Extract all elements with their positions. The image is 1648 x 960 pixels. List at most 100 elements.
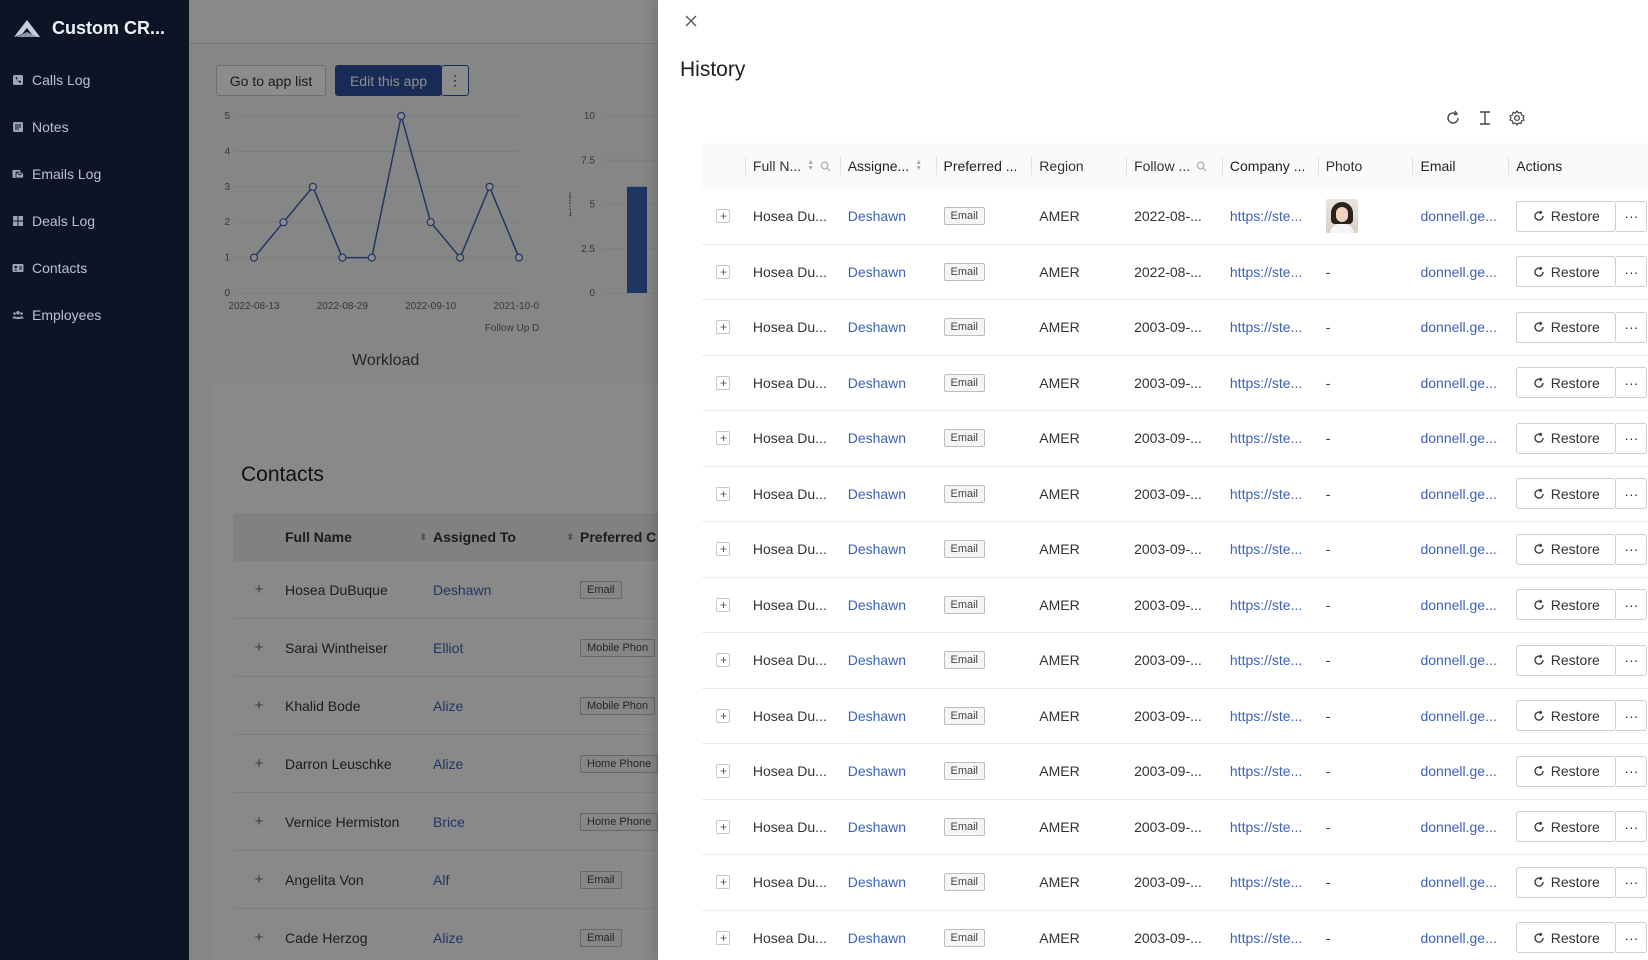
- assigned-to-link[interactable]: Deshawn: [848, 763, 906, 779]
- restore-button[interactable]: Restore: [1516, 866, 1617, 898]
- expand-row-icon[interactable]: +: [716, 375, 731, 390]
- company-link[interactable]: https://ste...: [1230, 208, 1302, 224]
- restore-button[interactable]: Restore: [1516, 200, 1617, 232]
- col-region[interactable]: Region: [1031, 143, 1126, 189]
- refresh-icon[interactable]: [1444, 109, 1462, 127]
- row-more-button[interactable]: ···: [1616, 755, 1648, 787]
- expand-row-icon[interactable]: +: [716, 875, 731, 890]
- email-link[interactable]: donnell.ge...: [1420, 208, 1496, 224]
- restore-button[interactable]: Restore: [1516, 589, 1617, 621]
- email-link[interactable]: donnell.ge...: [1420, 930, 1496, 946]
- expand-row-icon[interactable]: +: [716, 542, 731, 557]
- row-more-button[interactable]: ···: [1616, 422, 1648, 454]
- assigned-to-link[interactable]: Deshawn: [848, 430, 906, 446]
- settings-gear-icon[interactable]: [1508, 109, 1526, 127]
- company-link[interactable]: https://ste...: [1230, 930, 1302, 946]
- company-link[interactable]: https://ste...: [1230, 319, 1302, 335]
- sort-icon[interactable]: ▲ ▼: [807, 159, 814, 172]
- expand-row-icon[interactable]: +: [716, 764, 731, 779]
- restore-button[interactable]: Restore: [1516, 700, 1617, 732]
- row-more-button[interactable]: ···: [1616, 644, 1648, 676]
- col-full-name[interactable]: Full N... ▲ ▼: [744, 143, 840, 189]
- expand-row-icon[interactable]: +: [716, 264, 731, 279]
- email-link[interactable]: donnell.ge...: [1420, 486, 1496, 502]
- company-link[interactable]: https://ste...: [1230, 375, 1302, 391]
- row-height-icon[interactable]: [1476, 109, 1494, 127]
- brand[interactable]: Custom CR...: [0, 0, 189, 56]
- expand-row-icon[interactable]: +: [716, 486, 731, 501]
- company-link[interactable]: https://ste...: [1230, 430, 1302, 446]
- expand-row-icon[interactable]: +: [716, 930, 731, 945]
- sidebar-item-employees[interactable]: Employees: [0, 291, 189, 338]
- assigned-to-link[interactable]: Deshawn: [848, 375, 906, 391]
- row-more-button[interactable]: ···: [1616, 533, 1648, 565]
- row-more-button[interactable]: ···: [1616, 256, 1648, 288]
- col-assigned-to[interactable]: Assigne... ▲ ▼: [839, 143, 936, 189]
- assigned-to-link[interactable]: Deshawn: [848, 652, 906, 668]
- company-link[interactable]: https://ste...: [1230, 652, 1302, 668]
- row-more-button[interactable]: ···: [1616, 811, 1648, 843]
- row-more-button[interactable]: ···: [1616, 478, 1648, 510]
- col-email[interactable]: Email: [1412, 143, 1508, 189]
- row-more-button[interactable]: ···: [1616, 866, 1648, 898]
- expand-row-icon[interactable]: +: [716, 431, 731, 446]
- restore-button[interactable]: Restore: [1516, 644, 1617, 676]
- email-link[interactable]: donnell.ge...: [1420, 819, 1496, 835]
- company-link[interactable]: https://ste...: [1230, 541, 1302, 557]
- restore-button[interactable]: Restore: [1516, 311, 1617, 343]
- email-link[interactable]: donnell.ge...: [1420, 430, 1496, 446]
- assigned-to-link[interactable]: Deshawn: [848, 541, 906, 557]
- email-link[interactable]: donnell.ge...: [1420, 763, 1496, 779]
- company-link[interactable]: https://ste...: [1230, 597, 1302, 613]
- col-preferred-contact[interactable]: Preferred ...: [935, 143, 1032, 189]
- expand-row-icon[interactable]: +: [716, 819, 731, 834]
- assigned-to-link[interactable]: Deshawn: [848, 208, 906, 224]
- sort-icon[interactable]: ▲ ▼: [915, 159, 922, 172]
- assigned-to-link[interactable]: Deshawn: [848, 708, 906, 724]
- expand-row-icon[interactable]: +: [716, 708, 731, 723]
- sidebar-item-contacts[interactable]: Contacts: [0, 244, 189, 291]
- restore-button[interactable]: Restore: [1516, 922, 1617, 954]
- restore-button[interactable]: Restore: [1516, 422, 1617, 454]
- assigned-to-link[interactable]: Deshawn: [848, 874, 906, 890]
- row-more-button[interactable]: ···: [1616, 311, 1648, 343]
- row-more-button[interactable]: ···: [1616, 589, 1648, 621]
- assigned-to-link[interactable]: Deshawn: [848, 486, 906, 502]
- assigned-to-link[interactable]: Deshawn: [848, 264, 906, 280]
- company-link[interactable]: https://ste...: [1230, 874, 1302, 890]
- company-link[interactable]: https://ste...: [1230, 708, 1302, 724]
- sidebar-item-emails-log[interactable]: Emails Log: [0, 150, 189, 197]
- email-link[interactable]: donnell.ge...: [1420, 708, 1496, 724]
- company-link[interactable]: https://ste...: [1230, 486, 1302, 502]
- restore-button[interactable]: Restore: [1516, 256, 1617, 288]
- restore-button[interactable]: Restore: [1516, 478, 1617, 510]
- row-more-button[interactable]: ···: [1616, 700, 1648, 732]
- expand-row-icon[interactable]: +: [716, 653, 731, 668]
- expand-row-icon[interactable]: +: [716, 209, 731, 224]
- col-photo[interactable]: Photo: [1317, 143, 1413, 189]
- company-link[interactable]: https://ste...: [1230, 763, 1302, 779]
- assigned-to-link[interactable]: Deshawn: [848, 819, 906, 835]
- email-link[interactable]: donnell.ge...: [1420, 874, 1496, 890]
- email-link[interactable]: donnell.ge...: [1420, 541, 1496, 557]
- close-icon[interactable]: [682, 12, 700, 30]
- company-link[interactable]: https://ste...: [1230, 819, 1302, 835]
- search-icon[interactable]: [820, 161, 831, 172]
- col-company[interactable]: Company ...: [1221, 143, 1318, 189]
- row-more-button[interactable]: ···: [1616, 367, 1648, 399]
- sidebar-item-deals-log[interactable]: Deals Log: [0, 197, 189, 244]
- expand-row-icon[interactable]: +: [716, 597, 731, 612]
- col-follow-up[interactable]: Follow ...: [1126, 143, 1222, 189]
- contact-photo[interactable]: [1325, 199, 1358, 234]
- restore-button[interactable]: Restore: [1516, 755, 1617, 787]
- restore-button[interactable]: Restore: [1516, 367, 1617, 399]
- restore-button[interactable]: Restore: [1516, 811, 1617, 843]
- assigned-to-link[interactable]: Deshawn: [848, 319, 906, 335]
- expand-row-icon[interactable]: +: [716, 320, 731, 335]
- restore-button[interactable]: Restore: [1516, 533, 1617, 565]
- sidebar-item-calls-log[interactable]: Calls Log: [0, 56, 189, 103]
- email-link[interactable]: donnell.ge...: [1420, 264, 1496, 280]
- email-link[interactable]: donnell.ge...: [1420, 319, 1496, 335]
- row-more-button[interactable]: ···: [1616, 922, 1648, 954]
- row-more-button[interactable]: ···: [1616, 200, 1648, 232]
